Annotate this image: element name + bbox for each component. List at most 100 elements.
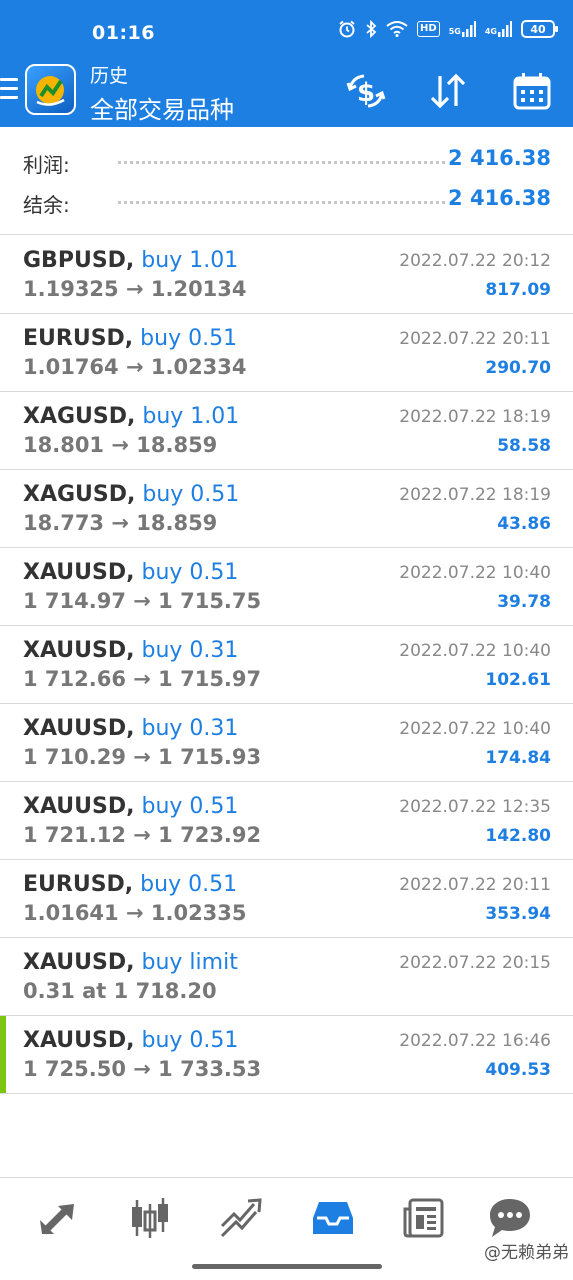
trade-profit: 58.58 <box>497 436 551 456</box>
profit-value: 2 416.38 <box>448 146 551 170</box>
hd-indicator: HD <box>417 21 440 37</box>
trade-profit: 174.84 <box>485 748 551 768</box>
trade-prices: 1.19325 → 1.20134 <box>23 277 247 301</box>
trade-row[interactable]: XAUUSD, buy 0.51 1 725.50 → 1 733.53 2022.… <box>0 1016 573 1094</box>
trade-prices: 1 710.29 → 1 715.93 <box>23 745 262 769</box>
trade-title: XAUUSD, buy 0.51 <box>23 1028 238 1053</box>
app-title-top: 历史 <box>90 65 129 87</box>
trade-datetime: 2022.07.22 20:15 <box>399 953 551 973</box>
trade-symbol: XAUUSD, <box>23 638 135 663</box>
trade-row[interactable]: EURUSD, buy 0.51 1.01764 → 1.02334 2022.07… <box>0 314 573 392</box>
trade-title: EURUSD, buy 0.51 <box>23 872 237 897</box>
trade-direction: buy 0.51 <box>141 1028 239 1053</box>
trade-profit: 409.53 <box>485 1060 551 1080</box>
trade-title: XAGUSD, buy 0.51 <box>23 482 239 507</box>
trade-title: XAUUSD, buy 0.31 <box>23 638 238 663</box>
history-icon[interactable] <box>309 1196 357 1240</box>
trade-direction: buy 0.31 <box>141 638 239 663</box>
trade-profit: 290.70 <box>485 358 551 378</box>
quotes-icon[interactable] <box>34 1196 82 1240</box>
profit-row: 利润: 2 416.38 <box>0 143 573 179</box>
status-time: 01:16 <box>92 22 155 44</box>
trade-symbol: EURUSD, <box>23 872 134 897</box>
trade-prices: 1 721.12 → 1 723.92 <box>23 823 262 847</box>
balance-row: 结余: 2 416.38 <box>0 183 573 219</box>
trade-row[interactable]: XAUUSD, buy limit 0.31 at 1 718.20 2022.07… <box>0 938 573 1016</box>
trade-title: EURUSD, buy 0.51 <box>23 326 237 351</box>
app-logo <box>25 64 76 115</box>
trade-icon[interactable] <box>217 1196 265 1240</box>
trade-profit: 142.80 <box>485 826 551 846</box>
trade-profit: 102.61 <box>485 670 551 690</box>
header: 01:16 HD 5G 4G 40 历史 全部交易品种 $ <box>0 0 573 127</box>
trade-prices: 0.31 at 1 718.20 <box>23 979 217 1003</box>
trade-direction: buy 0.51 <box>140 326 238 351</box>
balance-label: 结余: <box>23 193 70 217</box>
trade-symbol: XAUUSD, <box>23 950 135 975</box>
trade-direction: buy 0.51 <box>142 482 240 507</box>
trade-title: XAUUSD, buy 0.31 <box>23 716 238 741</box>
svg-text:$: $ <box>357 78 375 108</box>
trade-symbol: GBPUSD, <box>23 248 135 273</box>
trade-datetime: 2022.07.22 20:12 <box>399 251 551 271</box>
trade-row[interactable]: XAGUSD, buy 0.51 18.773 → 18.859 2022.07.2… <box>0 470 573 548</box>
trade-prices: 18.773 → 18.859 <box>23 511 218 535</box>
app-bar: 历史 全部交易品种 $ <box>0 58 573 127</box>
network-type-1: 5G <box>448 27 461 36</box>
trade-datetime: 2022.07.22 10:40 <box>399 563 551 583</box>
trade-title: XAUUSD, buy 0.51 <box>23 560 238 585</box>
trade-row[interactable]: XAUUSD, buy 0.51 1 714.97 → 1 715.75 2022.… <box>0 548 573 626</box>
dotted-leader <box>118 161 445 164</box>
trade-row[interactable]: XAUUSD, buy 0.31 1 712.66 → 1 715.97 2022.… <box>0 626 573 704</box>
bluetooth-icon <box>365 20 377 38</box>
trade-row[interactable]: XAGUSD, buy 1.01 18.801 → 18.859 2022.07.2… <box>0 392 573 470</box>
trade-prices: 1.01641 → 1.02335 <box>23 901 247 925</box>
network-type-2: 4G <box>484 27 497 36</box>
watermark: @无赖弟弟 <box>484 1243 569 1263</box>
trade-datetime: 2022.07.22 12:35 <box>399 797 551 817</box>
battery-level: 40 <box>530 22 546 36</box>
trade-title: XAGUSD, buy 1.01 <box>23 404 239 429</box>
trade-prices: 1 725.50 → 1 733.53 <box>23 1057 262 1081</box>
trade-symbol: XAUUSD, <box>23 1028 135 1053</box>
chat-icon[interactable] <box>486 1196 534 1240</box>
trade-datetime: 2022.07.22 20:11 <box>399 329 551 349</box>
summary-panel: 利润: 2 416.38 结余: 2 416.38 <box>0 127 573 235</box>
home-indicator[interactable] <box>192 1264 382 1269</box>
trade-prices: 18.801 → 18.859 <box>23 433 218 457</box>
news-icon[interactable] <box>400 1196 448 1240</box>
trade-symbol: XAUUSD, <box>23 794 135 819</box>
trade-row[interactable]: XAUUSD, buy 0.51 1 721.12 → 1 723.92 2022.… <box>0 782 573 860</box>
trade-direction: buy 1.01 <box>142 404 240 429</box>
trade-datetime: 2022.07.22 10:40 <box>399 641 551 661</box>
sort-icon[interactable] <box>425 68 471 114</box>
trade-profit: 39.78 <box>497 592 551 612</box>
trade-direction: buy 0.31 <box>141 716 239 741</box>
trade-datetime: 2022.07.22 10:40 <box>399 719 551 739</box>
trade-title: XAUUSD, buy limit <box>23 950 238 975</box>
currency-exchange-icon[interactable]: $ <box>343 68 389 114</box>
trade-datetime: 2022.07.22 18:19 <box>399 485 551 505</box>
trade-title: XAUUSD, buy 0.51 <box>23 794 238 819</box>
status-icons: HD 5G 4G 40 <box>338 20 558 38</box>
trade-symbol: XAGUSD, <box>23 404 136 429</box>
trade-datetime: 2022.07.22 18:19 <box>399 407 551 427</box>
trade-row[interactable]: EURUSD, buy 0.51 1.01641 → 1.02335 2022.07… <box>0 860 573 938</box>
trade-row[interactable]: XAUUSD, buy 0.31 1 710.29 → 1 715.93 2022.… <box>0 704 573 782</box>
wifi-icon <box>386 21 408 37</box>
trade-prices: 1 712.66 → 1 715.97 <box>23 667 262 691</box>
status-bar: 01:16 HD 5G 4G 40 <box>0 0 573 58</box>
alarm-icon <box>338 20 356 38</box>
trade-direction: buy 0.51 <box>141 560 239 585</box>
chart-icon[interactable] <box>126 1196 174 1240</box>
trade-row[interactable]: GBPUSD, buy 1.01 1.19325 → 1.20134 2022.07… <box>0 236 573 314</box>
dotted-leader <box>118 201 445 204</box>
trade-prices: 1 714.97 → 1 715.75 <box>23 589 262 613</box>
trade-profit: 353.94 <box>485 904 551 924</box>
menu-icon[interactable] <box>0 78 18 104</box>
balance-value: 2 416.38 <box>448 186 551 210</box>
trade-symbol: EURUSD, <box>23 326 134 351</box>
calendar-icon[interactable] <box>509 68 555 114</box>
app-title-main[interactable]: 全部交易品种 <box>90 90 234 125</box>
trade-symbol: XAUUSD, <box>23 716 135 741</box>
